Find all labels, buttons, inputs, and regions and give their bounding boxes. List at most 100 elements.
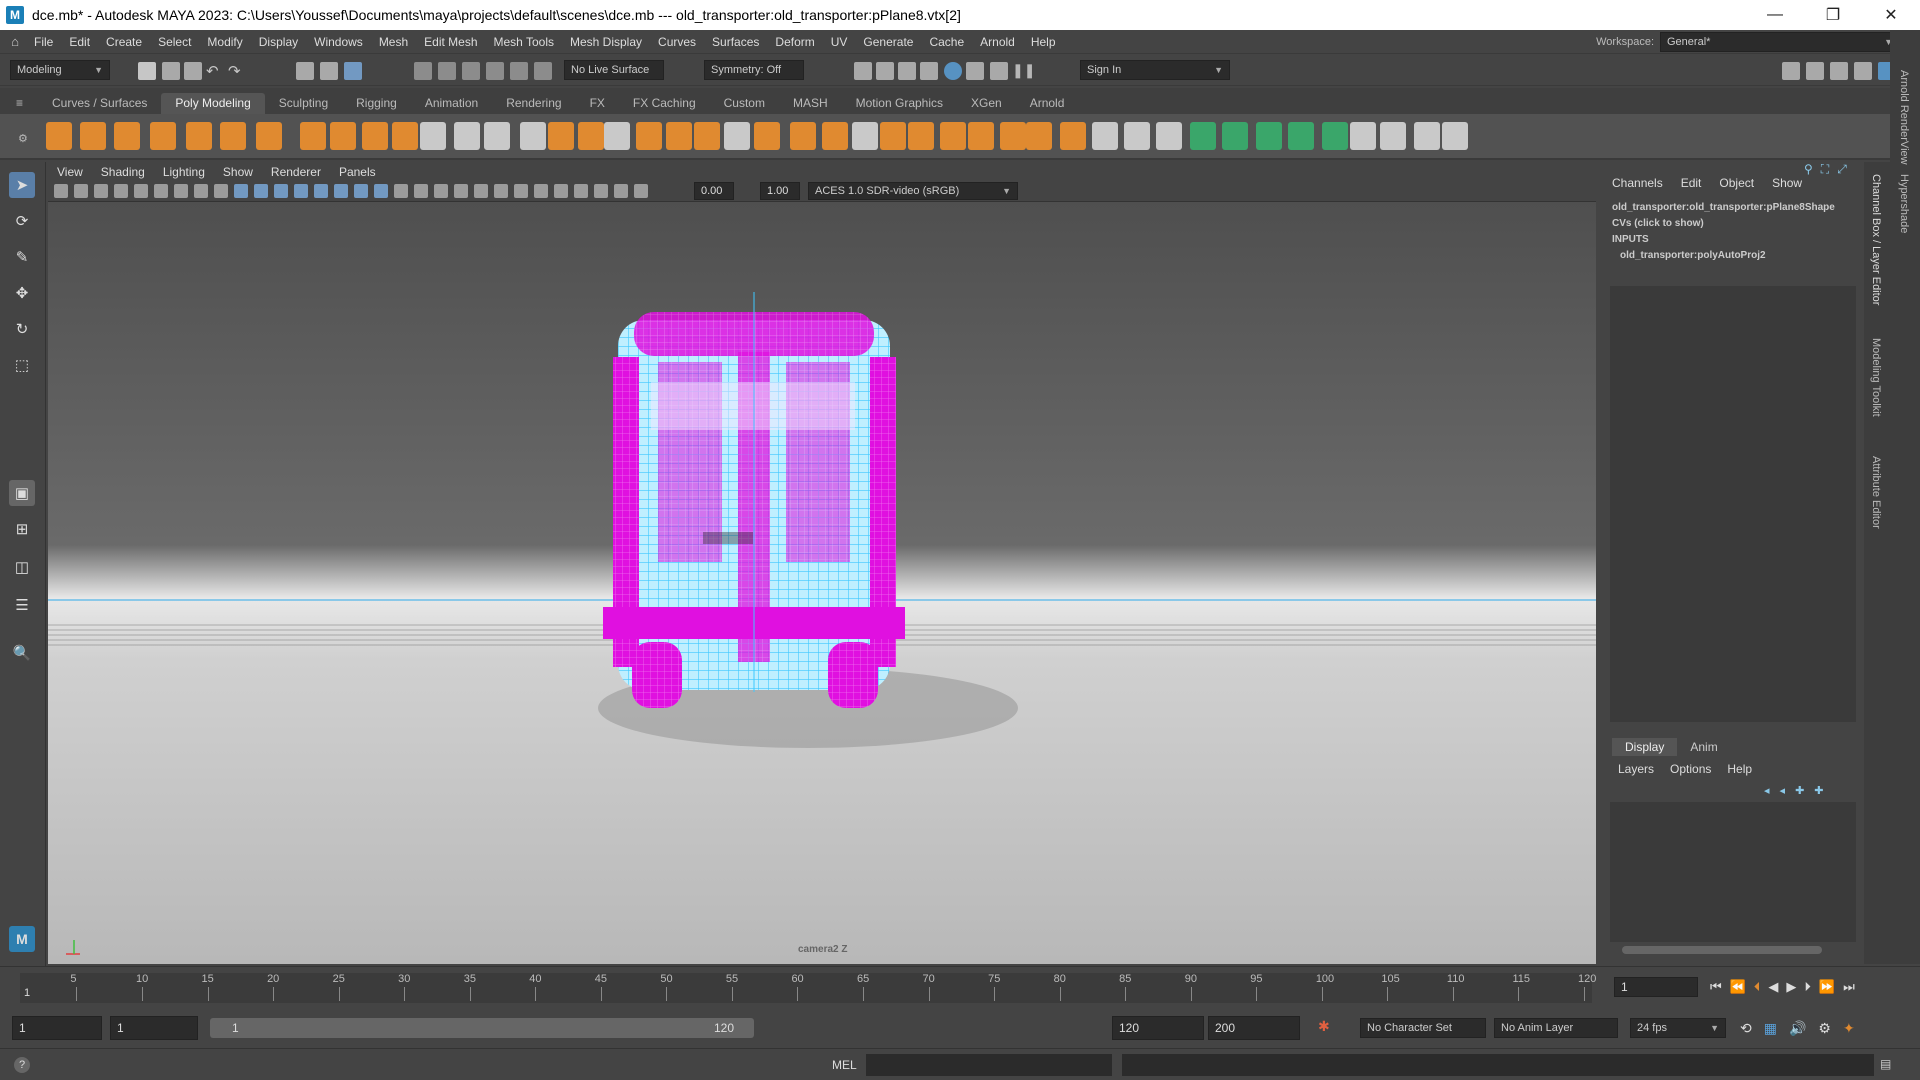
arnold-renderview-tab[interactable]: Arnold RenderView [1898, 70, 1910, 165]
two-view-layout-icon[interactable]: ◫ [9, 554, 35, 580]
outliner-layout-icon[interactable]: ☰ [9, 592, 35, 618]
snap-curve-icon[interactable] [438, 62, 456, 80]
attribute-editor-icon[interactable] [1830, 62, 1848, 80]
viewport-tool-11-icon[interactable] [254, 184, 268, 198]
range-slider-bar[interactable]: 1 120 [210, 1018, 754, 1038]
select-hierarchy-icon[interactable] [296, 62, 314, 80]
layer-menu-options[interactable]: Options [1670, 762, 1711, 776]
render-settings-icon[interactable] [920, 62, 938, 80]
undo-icon[interactable]: ↶ [206, 62, 224, 80]
sound-icon[interactable]: 🔊 [1789, 1020, 1806, 1037]
shelf-tool-12-icon[interactable] [420, 122, 446, 150]
single-perspective-layout-icon[interactable]: ▣ [9, 480, 35, 506]
search-icon[interactable]: 🔍 [9, 640, 35, 666]
animation-end-field[interactable]: 200 [1208, 1016, 1300, 1040]
shelf-tool-28-icon[interactable] [908, 122, 934, 150]
shelf-tab-custom[interactable]: Custom [710, 93, 779, 114]
auto-key-icon[interactable]: ✱ [1318, 1018, 1330, 1035]
shelf-tool-25-icon[interactable] [822, 122, 848, 150]
render-setup-icon[interactable] [990, 62, 1008, 80]
shelf-tool-21-icon[interactable] [694, 122, 720, 150]
pause-icon[interactable]: ❚❚ [1012, 62, 1035, 80]
shelf-settings-icon[interactable]: ⚙ [18, 132, 28, 145]
home-icon[interactable]: ⌂ [4, 34, 26, 49]
shelf-tool-30-icon[interactable] [968, 122, 994, 150]
sign-in-dropdown[interactable]: Sign In ▼ [1080, 60, 1230, 80]
layer-scrollbar[interactable] [1622, 946, 1822, 954]
exposure-field[interactable]: 0.00 [694, 182, 734, 200]
shelf-tool-43-icon[interactable] [1380, 122, 1406, 150]
shelf-tool-32-icon[interactable] [1026, 122, 1052, 150]
shelf-tool-38-icon[interactable] [1222, 122, 1248, 150]
redo-icon[interactable]: ↷ [228, 62, 246, 80]
new-layer-icon[interactable]: ✚ [1795, 784, 1804, 797]
menu-select[interactable]: Select [150, 35, 199, 49]
shelf-tool-20-icon[interactable] [666, 122, 692, 150]
maya-home-icon[interactable]: M [9, 926, 35, 952]
menu-cache[interactable]: Cache [921, 35, 972, 49]
viewport-tool-18-icon[interactable] [394, 184, 408, 198]
step-back-frame-icon[interactable]: ⏴ [1754, 979, 1761, 995]
shelf-tab-curves-surfaces[interactable]: Curves / Surfaces [38, 93, 161, 114]
scale-tool-icon[interactable]: ⬚ [9, 352, 35, 378]
move-layer-down-icon[interactable]: ◂ [1780, 784, 1786, 797]
menu-set-dropdown[interactable]: Modeling ▼ [10, 60, 110, 80]
close-button[interactable]: ✕ [1862, 0, 1920, 30]
rotate-tool-icon[interactable]: ↻ [9, 316, 35, 342]
shelf-tool-8-icon[interactable] [300, 122, 326, 150]
menu-help[interactable]: Help [1023, 35, 1064, 49]
live-surface-field[interactable]: No Live Surface [564, 60, 664, 80]
shelf-tool-9-icon[interactable] [330, 122, 356, 150]
transporter-model[interactable] [603, 292, 905, 708]
viewport-tool-21-icon[interactable] [454, 184, 468, 198]
channel-expand-icon[interactable]: ⤢ [1837, 162, 1847, 177]
viewport-tool-3-icon[interactable] [94, 184, 108, 198]
viewport-tool-5-icon[interactable] [134, 184, 148, 198]
input-node[interactable]: old_transporter:polyAutoProj2 [1612, 248, 1864, 264]
shelf-tool-31-icon[interactable] [1000, 122, 1026, 150]
viewport-tool-28-icon[interactable] [594, 184, 608, 198]
viewport-3d[interactable]: camera2 Z [48, 202, 1596, 964]
shelf-tab-arnold[interactable]: Arnold [1016, 93, 1079, 114]
ipr-render-icon[interactable] [944, 62, 962, 80]
shelf-tool-22-icon[interactable] [724, 122, 750, 150]
layer-tab-display[interactable]: Display [1612, 738, 1678, 756]
shelf-tool-7-icon[interactable] [256, 122, 282, 150]
channel-box-menu-object[interactable]: Object [1719, 176, 1754, 190]
character-set-dropdown[interactable]: No Character Set [1360, 1018, 1486, 1038]
viewport-tool-17-icon[interactable] [374, 184, 388, 198]
menu-file[interactable]: File [26, 35, 61, 49]
channel-box-menu-channels[interactable]: Channels [1612, 176, 1663, 190]
script-editor-icon[interactable]: ▤ [1880, 1057, 1891, 1071]
menu-modify[interactable]: Modify [199, 35, 250, 49]
shelf-tool-39-icon[interactable] [1256, 122, 1282, 150]
viewport-menu-view[interactable]: View [48, 165, 92, 179]
viewport-tool-1-icon[interactable] [54, 184, 68, 198]
shelf-tool-33-icon[interactable] [1060, 122, 1086, 150]
shelf-tool-36-icon[interactable] [1156, 122, 1182, 150]
menu-edit[interactable]: Edit [61, 35, 98, 49]
step-forward-frame-icon[interactable]: ⏵ [1804, 979, 1811, 995]
play-forward-icon[interactable]: ▶ [1786, 979, 1796, 995]
shelf-tab-xgen[interactable]: XGen [957, 93, 1016, 114]
viewport-tool-8-icon[interactable] [194, 184, 208, 198]
object-name[interactable]: old_transporter:old_transporter:pPlane8S… [1612, 200, 1864, 216]
loop-icon[interactable]: ⟲ [1740, 1020, 1752, 1037]
shelf-tool-24-icon[interactable] [790, 122, 816, 150]
open-scene-icon[interactable] [162, 62, 180, 80]
viewport-tool-7-icon[interactable] [174, 184, 188, 198]
snap-surface-icon[interactable] [510, 62, 528, 80]
character-controls-icon[interactable] [1806, 62, 1824, 80]
shelf-tool-35-icon[interactable] [1124, 122, 1150, 150]
viewport-tool-25-icon[interactable] [534, 184, 548, 198]
channel-box-menu-show[interactable]: Show [1772, 176, 1802, 190]
shelf-tool-5-icon[interactable] [186, 122, 212, 150]
select-component-icon[interactable] [344, 62, 362, 80]
viewport-tool-20-icon[interactable] [434, 184, 448, 198]
new-layer-selected-icon[interactable]: ✚ [1814, 784, 1823, 797]
shelf-tool-1-icon[interactable] [46, 122, 72, 150]
snap-together-icon[interactable] [534, 62, 552, 80]
viewport-tool-14-icon[interactable] [314, 184, 328, 198]
restore-button[interactable]: ❐ [1804, 0, 1862, 30]
shelf-tab-fx[interactable]: FX [576, 93, 619, 114]
